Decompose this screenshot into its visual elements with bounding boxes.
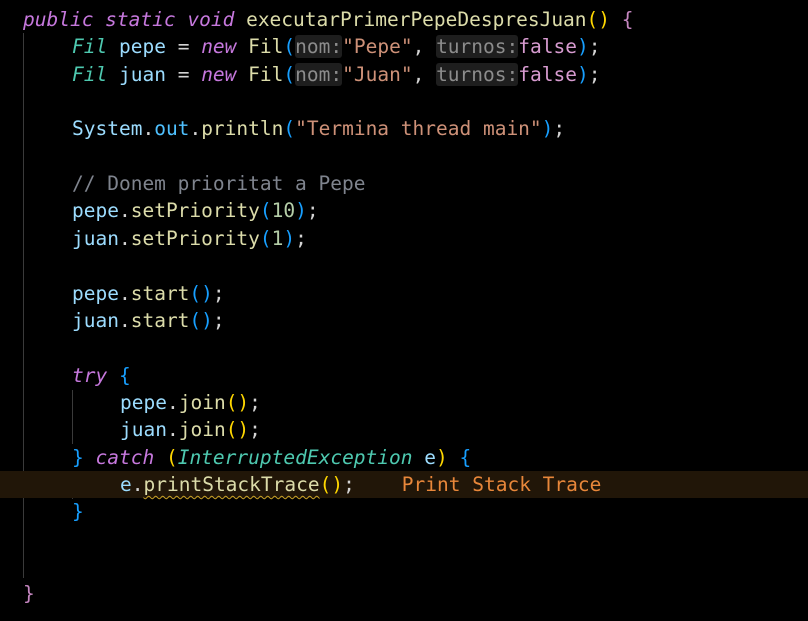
- code-line-fil-juan[interactable]: Fil juan = new Fil(nom:"Juan", turnos:fa…: [0, 61, 808, 88]
- code-line-start-juan[interactable]: juan.start();: [0, 307, 808, 334]
- out-field: out: [154, 117, 190, 140]
- exception-type: InterruptedException: [177, 446, 413, 469]
- code-line-close-method[interactable]: }: [0, 580, 808, 607]
- boolean-literal: false: [518, 63, 577, 86]
- variable-name: pepe: [72, 282, 119, 305]
- param-hint-nom: nom:: [295, 63, 343, 86]
- code-editor[interactable]: public static void executarPrimerPepeDes…: [0, 0, 808, 621]
- string-literal: "Pepe": [342, 35, 413, 58]
- param-hint-turnos: turnos:: [436, 63, 519, 86]
- string-literal: "Termina thread main": [295, 117, 542, 140]
- constructor-name: Fil: [248, 35, 284, 58]
- code-line-join-pepe[interactable]: pepe.join();: [0, 389, 808, 416]
- param-hint-turnos: turnos:: [436, 35, 519, 58]
- constructor-name: Fil: [248, 63, 284, 86]
- catch-keyword: catch: [95, 446, 155, 469]
- string-literal: "Juan": [342, 63, 413, 86]
- code-line-print-stack-trace[interactable]: e.printStackTrace(); Print Stack Trace: [0, 471, 808, 498]
- variable-name: e: [424, 446, 437, 469]
- code-line-fil-pepe[interactable]: Fil pepe = new Fil(nom:"Pepe", turnos:fa…: [0, 33, 808, 60]
- type-name: Fil: [72, 35, 108, 58]
- variable-name: juan: [72, 227, 119, 250]
- variable-name: e: [120, 473, 132, 496]
- new-keyword: new: [201, 63, 237, 86]
- method-call: setPriority: [130, 227, 260, 250]
- number-literal: 1: [271, 227, 284, 250]
- try-keyword: try: [72, 364, 108, 387]
- new-keyword: new: [201, 35, 237, 58]
- method-call: println: [201, 117, 284, 140]
- system-class: System: [72, 117, 143, 140]
- method-call: join: [178, 418, 226, 441]
- code-line-set-priority-pepe[interactable]: pepe.setPriority(10);: [0, 197, 808, 224]
- method-call: setPriority: [130, 199, 260, 222]
- method-call: start: [130, 282, 190, 305]
- variable-name: pepe: [72, 199, 119, 222]
- code-line-catch[interactable]: } catch (InterruptedException e) {: [0, 444, 808, 471]
- type-name: Fil: [72, 63, 108, 86]
- code-line-comment[interactable]: // Donem prioritat a Pepe: [0, 170, 808, 197]
- code-line-start-pepe[interactable]: pepe.start();: [0, 280, 808, 307]
- number-literal: 10: [271, 199, 296, 222]
- code-line-method-signature[interactable]: public static void executarPrimerPepeDes…: [0, 6, 808, 33]
- variable-name: juan: [118, 63, 166, 86]
- boolean-literal: false: [518, 35, 577, 58]
- modifier-keywords: public static void: [23, 8, 235, 31]
- variable-name: juan: [72, 309, 119, 332]
- method-call: start: [130, 309, 190, 332]
- method-call: join: [178, 391, 226, 414]
- code-line-try[interactable]: try {: [0, 362, 808, 389]
- code-line-set-priority-juan[interactable]: juan.setPriority(1);: [0, 225, 808, 252]
- variable-name: pepe: [118, 35, 166, 58]
- code-line-close-catch[interactable]: }: [0, 498, 808, 525]
- method-call-warning[interactable]: printStackTrace: [144, 473, 320, 496]
- method-name: executarPrimerPepeDespresJuan: [246, 8, 587, 31]
- comment: // Donem prioritat a Pepe: [72, 172, 366, 195]
- code-line-join-juan[interactable]: juan.join();: [0, 416, 808, 443]
- code-line-println[interactable]: System.out.println("Termina thread main"…: [0, 115, 808, 142]
- variable-name: pepe: [120, 391, 167, 414]
- variable-name: juan: [120, 418, 167, 441]
- inline-suggestion-text: Print Stack Trace: [401, 473, 602, 496]
- param-hint-nom: nom:: [295, 35, 343, 58]
